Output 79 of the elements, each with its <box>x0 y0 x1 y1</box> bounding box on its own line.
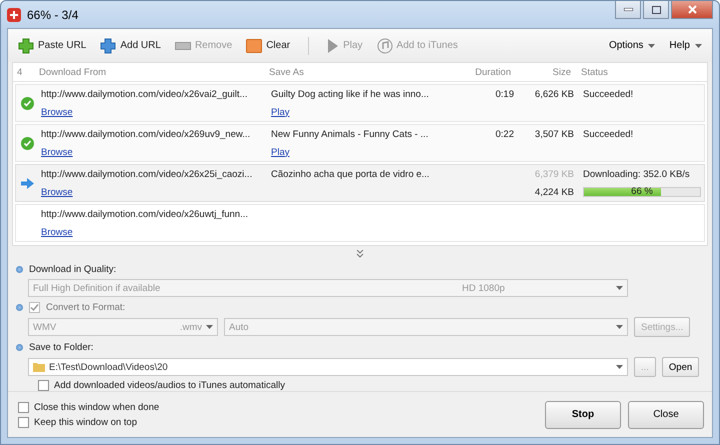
folder-label: Save to Folder: <box>29 342 94 352</box>
toolbar-button[interactable]: Paste URL <box>16 36 88 56</box>
browse-link[interactable]: Browse <box>41 146 73 158</box>
caret-icon <box>648 44 656 48</box>
duration-text: 0:19 <box>496 88 514 100</box>
download-row[interactable]: http://www.dailymotion.com/video/x26vai2_guilt... Guilty Dog acting like if he was inno... 0:19 6,626 KB Succeeded! Browse Play <box>15 84 705 122</box>
url-text: http://www.dailymotion.com/video/x26vai2_guilt... <box>41 88 248 100</box>
open-button[interactable]: Open <box>662 357 700 377</box>
option-label: Keep this window on top <box>34 416 137 428</box>
progress-percent: 66 % <box>630 186 654 198</box>
caret-icon <box>616 365 623 369</box>
duration-text: 0:22 <box>496 128 514 140</box>
close-button[interactable] <box>671 1 713 19</box>
minus-icon <box>174 42 191 50</box>
download-row[interactable]: http://www.dailymotion.com/video/x26uwtj_funn... Browse <box>15 204 705 242</box>
file-name: Cãozinho acha que porta de vidro e... <box>271 168 430 180</box>
maximize-button[interactable] <box>643 1 669 19</box>
stop-button[interactable]: Stop <box>545 400 621 428</box>
caret-icon <box>616 286 623 290</box>
column-header[interactable]: Size <box>517 66 577 78</box>
folder-dropdown[interactable]: E:\Test\Download\Videos\20 <box>28 358 628 376</box>
music-note-icon <box>376 38 393 54</box>
column-header[interactable]: Download From <box>35 66 265 78</box>
folder-icon <box>33 362 45 372</box>
toolbar-button[interactable]: Clear <box>244 36 292 55</box>
plus-icon <box>100 38 116 54</box>
status-text: Downloading: 352.0 KB/s <box>583 168 690 180</box>
play-icon <box>327 38 340 54</box>
column-header[interactable]: Status <box>577 66 707 78</box>
checkbox[interactable] <box>18 416 29 428</box>
plus-icon <box>18 38 34 54</box>
download-row[interactable]: http://www.dailymotion.com/video/x26x25i_caozi... Cãozinho acha que porta de vidro e... 6,379 KB Downloading: 352.0 KB/s Browse 4,224 KB 66 % <box>15 164 705 202</box>
play-link[interactable]: Play <box>271 146 290 158</box>
quality-label: Download in Quality: <box>29 264 116 274</box>
browse-link[interactable]: Browse <box>41 226 73 238</box>
double-chevron-icon[interactable] <box>356 250 364 258</box>
file-name: Guilty Dog acting like if he was inno... <box>271 88 429 100</box>
browse-link[interactable]: Browse <box>41 106 73 118</box>
caret-icon <box>206 325 213 329</box>
toolbar-button[interactable]: Add URL <box>98 36 163 56</box>
checkbox[interactable] <box>29 302 40 312</box>
browse-link[interactable]: Browse <box>41 186 73 198</box>
item-count: 4 <box>16 66 24 78</box>
window-title: 66% - 3/4 <box>27 8 80 22</box>
check-icon <box>20 136 34 150</box>
minimize-button[interactable] <box>615 1 641 19</box>
file-name: New Funny Animals - Funny Cats - ... <box>271 128 428 140</box>
caret-icon <box>695 44 702 48</box>
minimize-icon <box>624 8 632 11</box>
bullet-icon <box>16 304 23 310</box>
convert-label: Convert to Format: <box>46 302 126 312</box>
status-text: Succeeded! <box>583 128 634 140</box>
menu-button[interactable]: Help <box>667 38 704 54</box>
url-text: http://www.dailymotion.com/video/x269uv9_new... <box>41 128 250 140</box>
bullet-icon <box>16 344 23 350</box>
close-window-button[interactable]: Close <box>628 400 704 428</box>
itunes-option-label: Add downloaded videos/audios to iTunes automatically <box>54 380 285 391</box>
caret-icon <box>616 325 623 329</box>
close-icon <box>688 5 696 14</box>
maximize-icon <box>652 6 660 14</box>
url-text: http://www.dailymotion.com/video/x26x25i_caozi... <box>41 168 252 180</box>
column-header[interactable]: Save As <box>265 66 465 78</box>
arrow-icon <box>20 178 34 189</box>
checkbox[interactable] <box>38 380 49 391</box>
total-size: 6,379 KB <box>534 168 574 180</box>
size-text: 3,507 KB <box>534 128 574 140</box>
play-link[interactable]: Play <box>271 106 290 118</box>
menu-button[interactable]: Options <box>606 38 658 54</box>
download-row[interactable]: http://www.dailymotion.com/video/x269uv9_new... New Funny Animals - Funny Cats - ... 0:22 3,507 KB Succeeded! Browse Play <box>15 124 705 162</box>
size-text: 6,626 KB <box>534 88 574 100</box>
checkbox[interactable] <box>18 402 29 412</box>
url-text: http://www.dailymotion.com/video/x26uwtj_funn... <box>41 208 248 220</box>
option-label: Close this window when done <box>34 402 160 412</box>
size-text: 4,224 KB <box>534 186 574 198</box>
bullet-icon <box>16 266 23 272</box>
status-text: Succeeded! <box>583 88 634 100</box>
column-header[interactable]: Duration <box>465 66 517 78</box>
app-icon <box>7 8 21 22</box>
check-icon <box>20 96 34 110</box>
